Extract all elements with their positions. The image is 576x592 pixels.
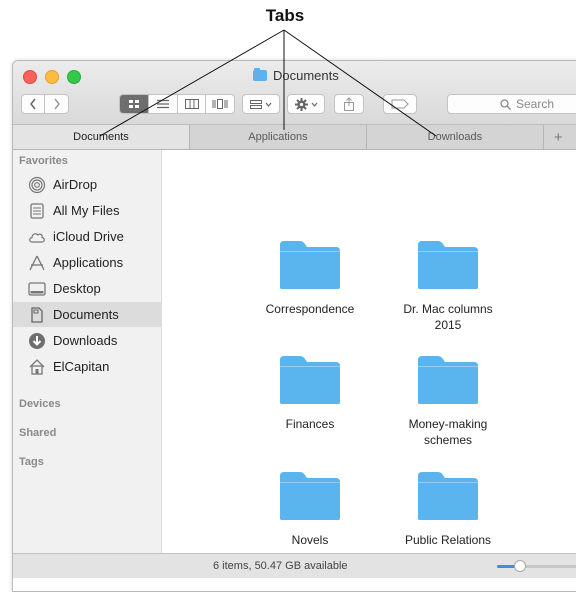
tag-icon: [391, 99, 409, 109]
status-bar: 6 items, 50.47 GB available: [13, 553, 576, 578]
sidebar-heading-favorites: Favorites: [19, 155, 68, 167]
folder-icon: [416, 470, 480, 522]
icon-view-icon: [129, 100, 140, 108]
tab-label: Downloads: [427, 131, 483, 143]
folder-icon: [278, 354, 342, 406]
tab-documents[interactable]: Documents: [13, 125, 190, 149]
finder-window: Documents Search Documents Applications …: [12, 60, 576, 592]
document-icon: [27, 306, 47, 324]
folder-label: Dr. Mac columns 2015: [403, 302, 493, 332]
slider-knob[interactable]: [513, 560, 526, 572]
search-field[interactable]: Search: [447, 94, 576, 114]
cloud-icon: [27, 228, 47, 246]
window-title: Documents: [253, 68, 339, 83]
folder-correspondence[interactable]: Correspondence: [255, 239, 365, 317]
chevron-down-icon: [265, 102, 272, 107]
sidebar-item-label: AirDrop: [53, 177, 98, 192]
action-button[interactable]: [287, 94, 325, 114]
sidebar-item-desktop[interactable]: Desktop: [13, 276, 161, 301]
search-placeholder: Search: [515, 97, 555, 111]
tags-button[interactable]: [383, 94, 417, 114]
folder-dr-mac-columns-2015[interactable]: Dr. Mac columns 2015: [393, 239, 503, 333]
applications-icon: [27, 254, 47, 272]
back-button[interactable]: [22, 95, 46, 113]
sidebar-item-elcapitan[interactable]: ElCapitan: [13, 354, 161, 379]
tab-downloads[interactable]: Downloads: [367, 125, 544, 149]
arrange-icon: [250, 99, 262, 109]
sidebar-item-label: All My Files: [53, 203, 120, 218]
chevron-down-icon: [311, 102, 317, 107]
view-mode-control: [119, 94, 235, 114]
plus-icon: +: [553, 128, 563, 146]
window-title-text: Documents: [273, 68, 339, 83]
sidebar-item-label: Desktop: [53, 281, 101, 296]
sidebar-heading-devices[interactable]: Devices: [19, 398, 61, 410]
folder-icon: [278, 470, 342, 522]
tab-applications[interactable]: Applications: [190, 125, 367, 149]
sidebar-heading-tags[interactable]: Tags: [19, 456, 44, 468]
folder-money-making-schemes[interactable]: Money-making schemes: [393, 354, 503, 448]
file-browser: Correspondence Dr. Mac columns 2015 Finan…: [162, 150, 576, 561]
download-icon: [27, 332, 47, 350]
magnifier-icon: [500, 98, 511, 110]
sidebar-item-documents[interactable]: Documents: [13, 302, 161, 327]
list-view-icon: [157, 99, 170, 109]
folder-public-relations[interactable]: Public Relations: [393, 470, 503, 548]
folder-label: Money-making schemes: [408, 417, 488, 447]
folder-label: Novels: [291, 533, 329, 547]
arrange-button[interactable]: [242, 94, 280, 114]
cover-flow-button[interactable]: [205, 95, 234, 113]
share-button[interactable]: [334, 94, 364, 114]
column-view-button[interactable]: [176, 95, 206, 113]
zoom-button[interactable]: [67, 70, 81, 84]
column-view-icon: [184, 99, 199, 109]
sidebar-item-airdrop[interactable]: AirDrop: [13, 172, 161, 197]
folder-icon: [278, 239, 342, 291]
sidebar-heading-shared[interactable]: Shared: [19, 427, 56, 439]
callout-title: Tabs: [265, 6, 305, 25]
tab-label: Applications: [248, 131, 308, 143]
folder-finances[interactable]: Finances: [255, 354, 365, 432]
title-bar: Documents Search: [13, 61, 576, 125]
sidebar-item-downloads[interactable]: Downloads: [13, 328, 161, 353]
tab-label: Documents: [73, 131, 129, 143]
folder-novels[interactable]: Novels: [255, 470, 365, 548]
sidebar-item-label: ElCapitan: [53, 359, 110, 374]
folder-icon: [416, 239, 480, 291]
nav-buttons: [21, 94, 69, 114]
sidebar-item-label: Applications: [53, 255, 124, 270]
minimize-button[interactable]: [45, 70, 59, 84]
folder-label: Public Relations: [404, 533, 492, 547]
close-button[interactable]: [23, 70, 37, 84]
chevron-right-icon: [53, 98, 60, 110]
folder-icon: [416, 354, 480, 406]
window-controls: [23, 70, 81, 84]
icon-size-slider[interactable]: [497, 560, 576, 572]
airdrop-icon: [27, 176, 47, 194]
folder-icon: [253, 68, 267, 81]
sidebar: Favorites AirDrop All My Files iCloud Dr…: [13, 150, 162, 561]
share-icon: [344, 97, 354, 111]
sidebar-item-icloud-drive[interactable]: iCloud Drive: [13, 224, 161, 249]
list-view-button[interactable]: [148, 95, 177, 113]
all-files-icon: [27, 202, 47, 220]
new-tab-button[interactable]: +: [544, 125, 576, 149]
sidebar-item-applications[interactable]: Applications: [13, 250, 161, 275]
status-text: 6 items, 50.47 GB available: [213, 560, 348, 572]
home-icon: [27, 358, 47, 376]
folder-label: Finances: [285, 417, 335, 431]
sidebar-item-label: iCloud Drive: [53, 229, 124, 244]
gear-icon: [294, 97, 308, 111]
chevron-left-icon: [30, 98, 36, 110]
icon-view-button[interactable]: [120, 95, 149, 113]
forward-button[interactable]: [45, 95, 68, 113]
cover-flow-icon: [212, 99, 228, 109]
folder-label: Correspondence: [265, 302, 355, 316]
sidebar-item-label: Documents: [53, 307, 119, 322]
sidebar-item-all-my-files[interactable]: All My Files: [13, 198, 161, 223]
tab-bar: Documents Applications Downloads +: [13, 125, 576, 150]
desktop-icon: [27, 280, 47, 298]
sidebar-item-label: Downloads: [53, 333, 118, 348]
